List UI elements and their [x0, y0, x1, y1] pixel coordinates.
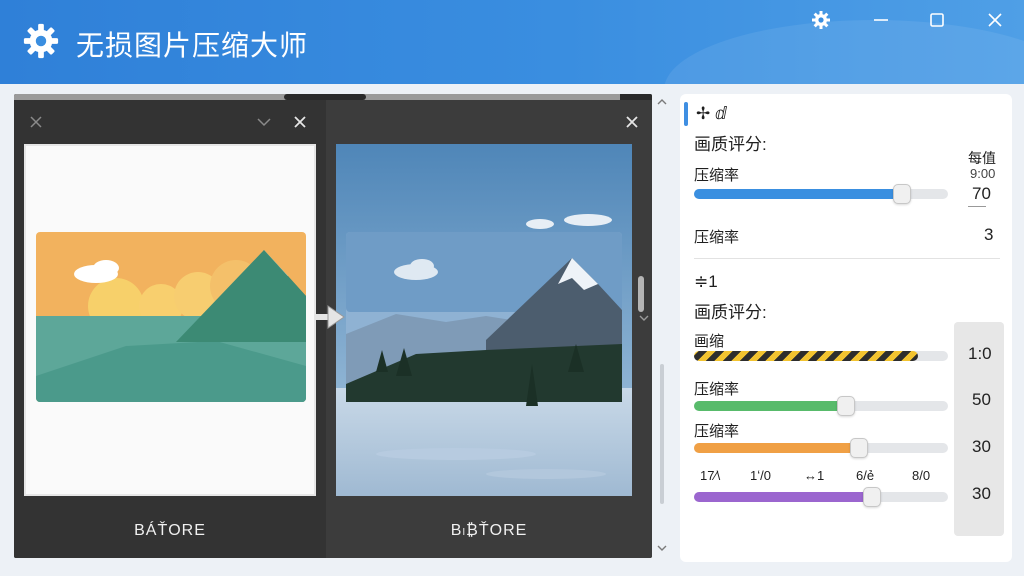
slider-thumb[interactable] [850, 438, 869, 458]
settings-panel: ✢ ⅆ 画质评分: 每值 9:00 压缩率 70 压缩率 3 ≑1 画质评分: … [680, 94, 1012, 562]
row3-label: 压缩率 [694, 423, 740, 440]
before-image [24, 144, 316, 496]
section2-header: ≑1 [694, 272, 718, 291]
tick-label: 8/0 [912, 468, 931, 483]
section-divider [694, 258, 1000, 259]
titlebar-decoration [664, 20, 1024, 84]
tick-label: 1ʻ/0 [750, 468, 771, 483]
close-left-button[interactable] [26, 112, 46, 132]
compression-slider[interactable] [694, 184, 948, 204]
hint-label: 每值 [968, 150, 996, 166]
tick-label: 17⁄\ [700, 468, 721, 483]
settings-button[interactable] [808, 8, 834, 32]
tick-label: ↔1 [804, 468, 825, 483]
maximize-button[interactable] [924, 8, 950, 32]
app-window: 无损图片压缩大师 BÁŤORE Bₗ₿ŤORE ✢ ⅆ 画质评分: 每值 9:0… [0, 0, 1024, 576]
tick-label: 6/ẻ [856, 468, 875, 483]
after-image [336, 144, 632, 496]
close-before-button[interactable] [290, 112, 310, 132]
chevron-down-icon [257, 118, 271, 127]
section-accent [684, 102, 688, 126]
before-label: BÁŤORE [134, 522, 206, 539]
gear-icon [23, 23, 59, 59]
app-title: 无损图片压缩大师 [76, 30, 309, 61]
maximize-icon [930, 13, 944, 27]
value-underline [968, 206, 986, 207]
quality-score-title: 画质评分: [694, 135, 767, 154]
settings-icon [812, 11, 830, 29]
minimize-icon [874, 19, 888, 21]
stat-label: 压缩率 [694, 229, 740, 246]
row4-slider[interactable] [694, 487, 948, 507]
chevron-down-icon[interactable] [636, 310, 652, 326]
row3-slider[interactable] [694, 438, 948, 458]
dropdown-button[interactable] [254, 112, 274, 132]
title-bar: 无损图片压缩大师 [0, 0, 1024, 84]
chevron-up-icon[interactable] [654, 94, 670, 110]
slider-thumb[interactable] [837, 396, 856, 416]
close-icon [626, 116, 638, 128]
slider-thumb[interactable] [893, 184, 912, 204]
section-header: ✢ ⅆ [696, 104, 728, 123]
row3-value: 30 [972, 437, 991, 456]
row1-value: 1:0 [968, 344, 992, 363]
close-icon [988, 13, 1002, 27]
preview-scroll-thumb[interactable] [638, 276, 644, 312]
vertical-scrollbar[interactable] [639, 94, 670, 558]
row1-label: 画缩 [694, 333, 725, 350]
compression-slider-label: 压缩率 [694, 167, 740, 184]
row4-value: 30 [972, 484, 991, 503]
mountain-photo [336, 144, 632, 496]
preview-panel: BÁŤORE Bₗ₿ŤORE [14, 94, 652, 558]
minimize-button[interactable] [868, 8, 894, 32]
row2-value: 50 [972, 390, 991, 409]
after-label: Bₗ₿ŤORE [450, 522, 528, 539]
after-pane: Bₗ₿ŤORE [326, 100, 652, 558]
close-after-button[interactable] [622, 112, 642, 132]
landscape-illustration [36, 232, 306, 402]
chevron-down-icon[interactable] [654, 540, 670, 556]
stat-value: 3 [984, 225, 994, 244]
compare-arrow-icon [314, 305, 345, 329]
scrollbar-track[interactable] [660, 364, 664, 504]
close-button[interactable] [982, 8, 1008, 32]
close-icon [30, 116, 42, 128]
before-pane: BÁŤORE [14, 100, 326, 558]
compression-value: 70 [972, 184, 991, 203]
hint-value: 9:00 [970, 166, 996, 181]
row1-slider[interactable] [694, 351, 948, 361]
row2-slider[interactable] [694, 396, 948, 416]
row2-label: 压缩率 [694, 381, 740, 398]
quality-score-title-2: 画质评分: [694, 303, 767, 322]
close-icon [294, 116, 306, 128]
slider-thumb[interactable] [862, 487, 881, 507]
